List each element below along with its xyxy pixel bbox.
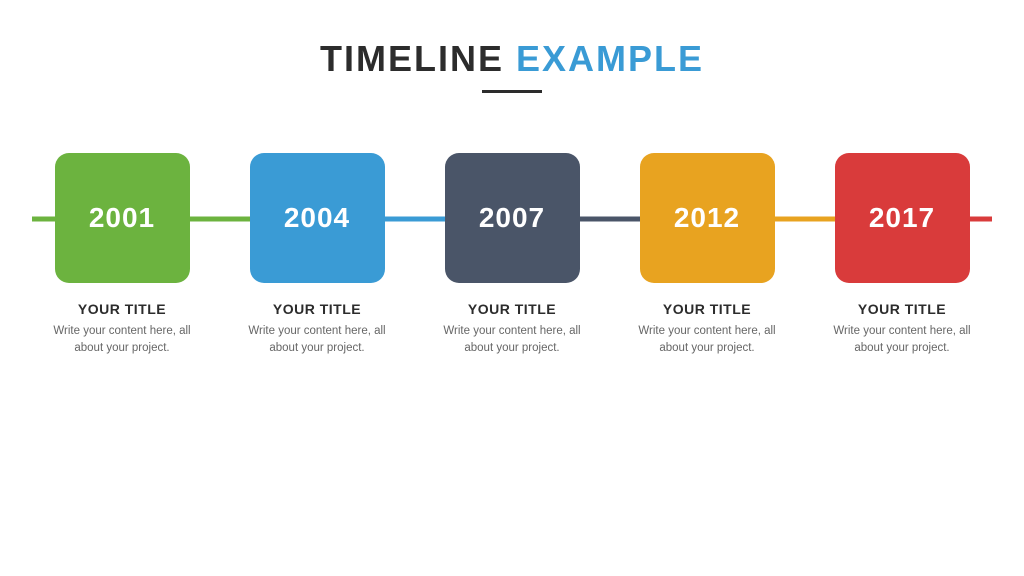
title-part2: EXAMPLE [516, 38, 704, 79]
item-title-2007: YOUR TITLE [468, 301, 556, 317]
timeline-item-2001: 2001 YOUR TITLE Write your content here,… [32, 153, 212, 358]
timeline-wrapper: 2001 YOUR TITLE Write your content here,… [32, 153, 992, 358]
timeline-item-2007: 2007 YOUR TITLE Write your content here,… [422, 153, 602, 358]
item-title-2017: YOUR TITLE [858, 301, 946, 317]
item-desc-2012: Write your content here, all about your … [630, 323, 785, 358]
item-title-2004: YOUR TITLE [273, 301, 361, 317]
page-title: TIMELINE EXAMPLE [320, 38, 704, 80]
year-label-2004: 2004 [284, 202, 350, 234]
title-divider [482, 90, 542, 93]
year-label-2012: 2012 [674, 202, 740, 234]
timeline-item-2017: 2017 YOUR TITLE Write your content here,… [812, 153, 992, 358]
timeline-item-2012: 2012 YOUR TITLE Write your content here,… [617, 153, 797, 358]
year-box-2007: 2007 [445, 153, 580, 283]
year-box-2001: 2001 [55, 153, 190, 283]
item-desc-2007: Write your content here, all about your … [435, 323, 590, 358]
timeline-item-2004: 2004 YOUR TITLE Write your content here,… [227, 153, 407, 358]
year-box-2017: 2017 [835, 153, 970, 283]
item-title-2012: YOUR TITLE [663, 301, 751, 317]
timeline-items: 2001 YOUR TITLE Write your content here,… [32, 153, 992, 358]
year-box-2004: 2004 [250, 153, 385, 283]
year-box-2012: 2012 [640, 153, 775, 283]
item-desc-2004: Write your content here, all about your … [240, 323, 395, 358]
year-label-2001: 2001 [89, 202, 155, 234]
item-desc-2017: Write your content here, all about your … [825, 323, 980, 358]
year-label-2007: 2007 [479, 202, 545, 234]
title-part1: TIMELINE [320, 38, 504, 79]
year-label-2017: 2017 [869, 202, 935, 234]
item-desc-2001: Write your content here, all about your … [45, 323, 200, 358]
page-header: TIMELINE EXAMPLE [320, 38, 704, 93]
item-title-2001: YOUR TITLE [78, 301, 166, 317]
